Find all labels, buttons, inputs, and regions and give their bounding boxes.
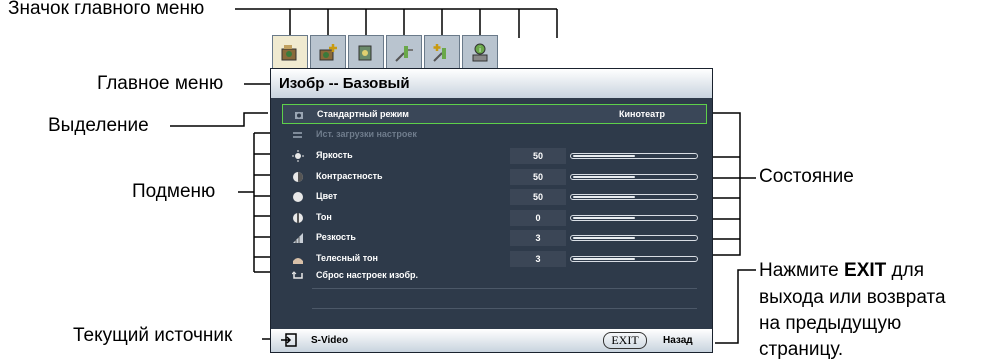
tab-picture[interactable] [272,35,308,69]
row-load-settings: Ист. загрузки настроек [282,125,707,145]
row-label: Тон [316,212,332,222]
input-source-icon [281,333,297,347]
tab-picture-advanced[interactable] [310,35,346,69]
slider-fill [573,237,635,239]
row-standard-mode[interactable]: Стандартный режим Кинотеатр [282,104,707,124]
brightness-slider[interactable] [570,153,698,159]
row-color[interactable]: Цвет 50 [282,187,707,207]
row-value: 3 [510,251,566,267]
row-tint[interactable]: Тон 0 [282,208,707,228]
tab-settings-advanced[interactable] [424,35,460,69]
tab-display[interactable] [348,35,384,69]
picture-advanced-icon [319,43,337,60]
color-icon [293,192,303,202]
menu-title: Изобр -- Базовый [271,69,712,98]
row-label: Стандартный режим [317,109,409,119]
row-value: 50 [510,189,566,205]
row-label: Сброс настроек изобр. [316,270,419,280]
row-reset-picture[interactable]: Сброс настроек изобр. [282,266,707,286]
load-settings-icon [293,132,302,138]
row-label: Телесный тон [316,253,378,263]
settings-basic-icon [395,45,413,62]
tint-slider[interactable] [570,215,698,221]
tint-icon [293,213,303,223]
row-label: Резкость [316,232,356,242]
color-slider[interactable] [570,194,698,200]
row-contrast[interactable]: Контрастность 50 [282,167,707,187]
row-label: Цвет [316,191,338,201]
row-value: Кинотеатр [619,109,666,119]
row-value: 3 [510,230,566,246]
sharpness-slider[interactable] [570,235,698,241]
flesh-tone-icon [293,258,303,264]
information-icon: i [472,43,488,61]
row-label: Контрастность [316,171,383,181]
reset-icon [292,271,303,279]
exit-button[interactable]: EXIT [603,332,647,349]
slider-fill [573,196,635,198]
row-label: Яркость [316,150,353,160]
settings-advanced-icon [433,43,446,62]
slider-fill [573,176,635,178]
slider-fill [573,258,635,260]
sharpness-icon [293,233,303,243]
contrast-slider[interactable] [570,174,698,180]
row-brightness[interactable]: Яркость 50 [282,146,707,166]
row-value: 0 [510,210,566,226]
row-value: 50 [510,148,566,164]
row-label: Ист. загрузки настроек [316,129,417,139]
contrast-icon [293,172,303,182]
mode-icon [295,112,303,119]
flesh-tone-slider[interactable] [570,256,698,262]
back-label: Назад [663,335,693,346]
divider [312,308,697,309]
tab-settings-basic[interactable] [386,35,422,69]
brightness-icon [292,150,304,162]
picture-icon [281,44,297,60]
osd-footer: S-Video EXIT Назад [271,329,712,352]
tab-information[interactable]: i [462,35,498,69]
divider [312,288,697,289]
display-icon [358,45,372,60]
slider-fill [573,217,635,219]
row-sharpness[interactable]: Резкость 3 [282,228,707,248]
current-source-label: S-Video [311,335,349,346]
slider-fill [573,155,635,157]
row-value: 50 [510,169,566,185]
